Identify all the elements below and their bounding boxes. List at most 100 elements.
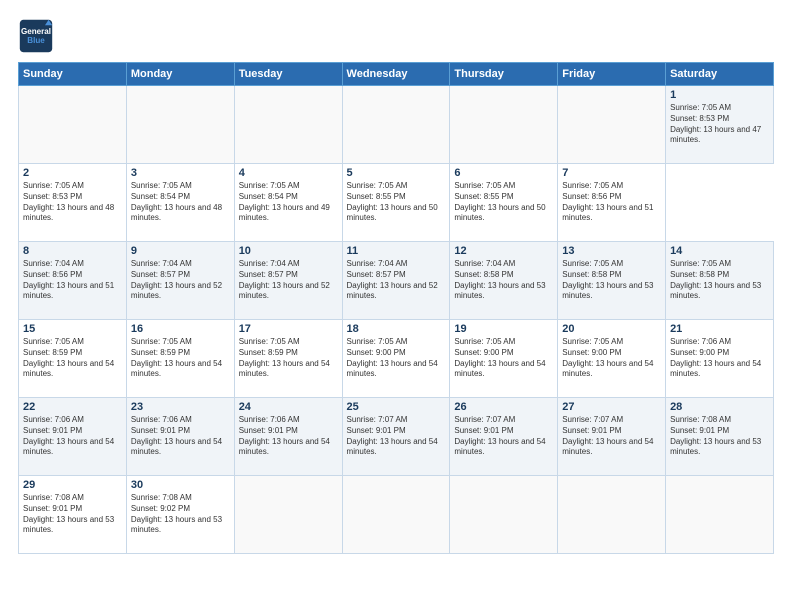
day-number: 3 [131, 167, 230, 179]
day-number: 30 [131, 479, 230, 491]
empty-cell [342, 476, 450, 554]
day-number: 14 [670, 245, 769, 257]
day-number: 24 [239, 401, 338, 413]
logo: General Blue [18, 18, 54, 54]
day-info: Sunrise: 7:05 AMSunset: 8:55 PMDaylight:… [347, 181, 446, 224]
day-number: 8 [23, 245, 122, 257]
day-info: Sunrise: 7:05 AMSunset: 9:00 PMDaylight:… [562, 337, 661, 380]
day-info: Sunrise: 7:08 AMSunset: 9:01 PMDaylight:… [670, 415, 769, 458]
empty-cell [342, 86, 450, 164]
calendar-cell-16: 16 Sunrise: 7:05 AMSunset: 8:59 PMDayligh… [126, 320, 234, 398]
calendar-cell-7: 7 Sunrise: 7:05 AMSunset: 8:56 PMDaylight… [558, 164, 666, 242]
day-header-saturday: Saturday [666, 63, 774, 86]
day-header-tuesday: Tuesday [234, 63, 342, 86]
day-number: 9 [131, 245, 230, 257]
day-number: 21 [670, 323, 769, 335]
calendar-cell-20: 20 Sunrise: 7:05 AMSunset: 9:00 PMDayligh… [558, 320, 666, 398]
calendar-cell-17: 17Sunrise: 7:05 AMSunset: 8:59 PMDayligh… [234, 320, 342, 398]
calendar-cell-8: 8 Sunrise: 7:04 AMSunset: 8:56 PMDaylight… [19, 242, 127, 320]
day-number: 13 [562, 245, 661, 257]
calendar-page: General Blue SundayMondayTuesdayWednesda… [0, 0, 792, 612]
day-info: Sunrise: 7:05 AMSunset: 8:54 PMDaylight:… [131, 181, 230, 224]
calendar-cell-18: 18Sunrise: 7:05 AMSunset: 9:00 PMDayligh… [342, 320, 450, 398]
header: General Blue [18, 18, 774, 54]
day-info: Sunrise: 7:05 AMSunset: 8:59 PMDaylight:… [131, 337, 230, 380]
calendar-cell-3: 3 Sunrise: 7:05 AMSunset: 8:54 PMDaylight… [126, 164, 234, 242]
day-info: Sunrise: 7:05 AMSunset: 8:58 PMDaylight:… [562, 259, 661, 302]
day-number: 17 [239, 323, 338, 335]
day-number: 22 [23, 401, 122, 413]
day-number: 6 [454, 167, 553, 179]
day-number: 29 [23, 479, 122, 491]
day-header-sunday: Sunday [19, 63, 127, 86]
day-info: Sunrise: 7:06 AMSunset: 9:00 PMDaylight:… [670, 337, 769, 380]
empty-cell [234, 476, 342, 554]
calendar-cell-30: 30Sunrise: 7:08 AMSunset: 9:02 PMDayligh… [126, 476, 234, 554]
day-info: Sunrise: 7:04 AMSunset: 8:57 PMDaylight:… [239, 259, 338, 302]
empty-cell [234, 86, 342, 164]
calendar-cell-2: 2 Sunrise: 7:05 AMSunset: 8:53 PMDaylight… [19, 164, 127, 242]
day-info: Sunrise: 7:05 AMSunset: 9:00 PMDaylight:… [454, 337, 553, 380]
week-row-6: 29 Sunrise: 7:08 AMSunset: 9:01 PMDayligh… [19, 476, 774, 554]
days-header-row: SundayMondayTuesdayWednesdayThursdayFrid… [19, 63, 774, 86]
calendar-cell-12: 12Sunrise: 7:04 AMSunset: 8:58 PMDayligh… [450, 242, 558, 320]
svg-text:General: General [21, 27, 51, 36]
day-number: 25 [347, 401, 446, 413]
day-number: 1 [670, 89, 769, 101]
empty-cell [450, 476, 558, 554]
week-row-4: 15 Sunrise: 7:05 AMSunset: 8:59 PMDayligh… [19, 320, 774, 398]
day-header-wednesday: Wednesday [342, 63, 450, 86]
logo-icon: General Blue [18, 18, 54, 54]
day-info: Sunrise: 7:05 AMSunset: 8:56 PMDaylight:… [562, 181, 661, 224]
day-info: Sunrise: 7:08 AMSunset: 9:01 PMDaylight:… [23, 493, 122, 536]
empty-cell [450, 86, 558, 164]
day-info: Sunrise: 7:05 AMSunset: 8:58 PMDaylight:… [670, 259, 769, 302]
day-number: 27 [562, 401, 661, 413]
day-number: 10 [239, 245, 338, 257]
day-number: 2 [23, 167, 122, 179]
day-info: Sunrise: 7:07 AMSunset: 9:01 PMDaylight:… [347, 415, 446, 458]
week-row-3: 8 Sunrise: 7:04 AMSunset: 8:56 PMDaylight… [19, 242, 774, 320]
calendar-cell-11: 11 Sunrise: 7:04 AMSunset: 8:57 PMDayligh… [342, 242, 450, 320]
calendar-cell-4: 4Sunrise: 7:05 AMSunset: 8:54 PMDaylight… [234, 164, 342, 242]
empty-cell [558, 86, 666, 164]
day-number: 16 [131, 323, 230, 335]
week-row-2: 2 Sunrise: 7:05 AMSunset: 8:53 PMDaylight… [19, 164, 774, 242]
calendar-cell-29: 29 Sunrise: 7:08 AMSunset: 9:01 PMDayligh… [19, 476, 127, 554]
svg-text:Blue: Blue [27, 36, 45, 45]
day-number: 7 [562, 167, 661, 179]
calendar-cell-19: 19 Sunrise: 7:05 AMSunset: 9:00 PMDayligh… [450, 320, 558, 398]
day-number: 4 [239, 167, 338, 179]
calendar-cell-24: 24 Sunrise: 7:06 AMSunset: 9:01 PMDayligh… [234, 398, 342, 476]
calendar-cell-25: 25 Sunrise: 7:07 AMSunset: 9:01 PMDayligh… [342, 398, 450, 476]
day-number: 28 [670, 401, 769, 413]
day-info: Sunrise: 7:04 AMSunset: 8:58 PMDaylight:… [454, 259, 553, 302]
day-info: Sunrise: 7:06 AMSunset: 9:01 PMDaylight:… [131, 415, 230, 458]
calendar-cell-5: 5 Sunrise: 7:05 AMSunset: 8:55 PMDaylight… [342, 164, 450, 242]
day-header-monday: Monday [126, 63, 234, 86]
day-info: Sunrise: 7:04 AMSunset: 8:57 PMDaylight:… [347, 259, 446, 302]
day-number: 5 [347, 167, 446, 179]
day-info: Sunrise: 7:04 AMSunset: 8:56 PMDaylight:… [23, 259, 122, 302]
day-info: Sunrise: 7:05 AMSunset: 8:55 PMDaylight:… [454, 181, 553, 224]
calendar-cell-6: 6 Sunrise: 7:05 AMSunset: 8:55 PMDaylight… [450, 164, 558, 242]
day-number: 18 [347, 323, 446, 335]
day-info: Sunrise: 7:06 AMSunset: 9:01 PMDaylight:… [239, 415, 338, 458]
day-info: Sunrise: 7:05 AMSunset: 8:53 PMDaylight:… [23, 181, 122, 224]
day-info: Sunrise: 7:07 AMSunset: 9:01 PMDaylight:… [454, 415, 553, 458]
calendar-cell-22: 22 Sunrise: 7:06 AMSunset: 9:01 PMDayligh… [19, 398, 127, 476]
day-info: Sunrise: 7:06 AMSunset: 9:01 PMDaylight:… [23, 415, 122, 458]
calendar-cell-10: 10 Sunrise: 7:04 AMSunset: 8:57 PMDayligh… [234, 242, 342, 320]
day-info: Sunrise: 7:04 AMSunset: 8:57 PMDaylight:… [131, 259, 230, 302]
calendar-cell-13: 13 Sunrise: 7:05 AMSunset: 8:58 PMDayligh… [558, 242, 666, 320]
day-number: 20 [562, 323, 661, 335]
day-info: Sunrise: 7:05 AMSunset: 8:53 PMDaylight:… [670, 103, 769, 146]
day-number: 26 [454, 401, 553, 413]
calendar-cell-1: 1 Sunrise: 7:05 AMSunset: 8:53 PMDaylight… [666, 86, 774, 164]
calendar-cell-23: 23Sunrise: 7:06 AMSunset: 9:01 PMDayligh… [126, 398, 234, 476]
day-number: 11 [347, 245, 446, 257]
day-number: 19 [454, 323, 553, 335]
day-header-friday: Friday [558, 63, 666, 86]
empty-cell [19, 86, 127, 164]
day-number: 15 [23, 323, 122, 335]
